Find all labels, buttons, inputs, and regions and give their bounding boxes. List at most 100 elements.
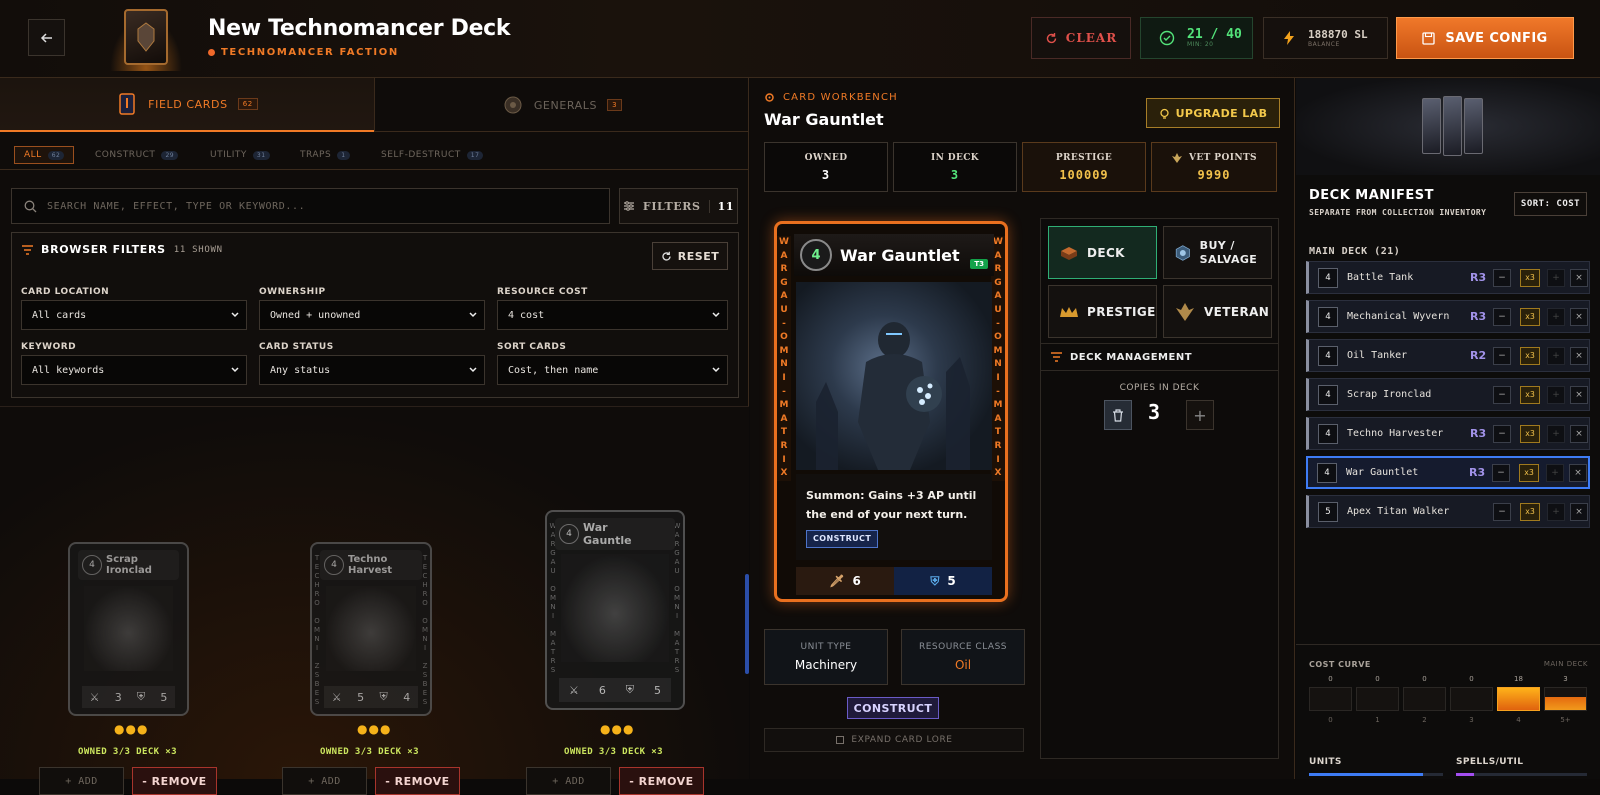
resource-cost-select[interactable]: 4 cost — [497, 300, 728, 330]
remove-row-button[interactable]: × — [1570, 307, 1588, 326]
card-location-select[interactable]: All cards — [21, 300, 247, 330]
reset-filters-button[interactable]: RESET — [652, 242, 728, 270]
remove-button[interactable]: - REMOVE — [132, 767, 217, 795]
veteran-button[interactable]: VETERAN — [1163, 285, 1272, 338]
curve-bar: 00 — [1309, 675, 1352, 724]
subtab-self-destruct[interactable]: SELF-DESTRUCT 17 — [381, 146, 484, 164]
deck-row-selected[interactable]: 4 War Gauntlet R3 − x3 + × — [1306, 456, 1590, 489]
card-tile[interactable]: T E C H R O O M N I Z S B E S T E C H R … — [310, 542, 432, 716]
upgrade-lab-button[interactable]: UPGRADE LAB — [1146, 98, 1280, 128]
card-art — [326, 586, 416, 671]
add-button[interactable]: + ADD — [39, 767, 124, 795]
increment-button[interactable]: + — [1547, 424, 1565, 443]
card-tile[interactable]: 4 Scrap Ironclad ⚔ 3 ⛨ 5 — [68, 542, 189, 716]
sort-cards-select[interactable]: Cost, then name — [497, 355, 728, 385]
card-actions: DECK BUY / SALVAGE PRESTIGE VETERAN DECK… — [1040, 218, 1279, 759]
deck-row[interactable]: 4 Scrap Ironclad − x3 + × — [1306, 378, 1590, 411]
save-config-button[interactable]: SAVE CONFIG — [1396, 17, 1574, 59]
chevron-down-icon — [231, 312, 239, 318]
scrollbar[interactable] — [745, 574, 749, 674]
subtab-all[interactable]: ALL 62 — [14, 146, 75, 164]
card-status-select[interactable]: Any status — [259, 355, 485, 385]
buy-salvage-button[interactable]: BUY / SALVAGE — [1163, 226, 1272, 279]
workbench-label: CARD WORKBENCH — [764, 92, 898, 103]
sort-cost-button[interactable]: SORT: COST — [1514, 192, 1587, 216]
increment-button[interactable]: + — [1547, 307, 1565, 326]
tab-field-cards[interactable]: FIELD CARDS 62 — [0, 78, 374, 132]
card-side-text: T E C H R O O M N I Z S B E S — [421, 554, 429, 706]
remove-copy-button[interactable] — [1104, 400, 1132, 430]
check-circle-icon — [1159, 30, 1175, 46]
card-tile[interactable]: W A R G A U O M N I M A T R S W A R G A … — [545, 510, 685, 710]
increment-button[interactable]: + — [1547, 502, 1565, 521]
subtab-construct[interactable]: CONSTRUCT 29 — [95, 146, 179, 164]
add-copy-button[interactable]: + — [1186, 400, 1214, 430]
decrement-button[interactable]: − — [1493, 268, 1511, 287]
card-name: War Gauntlet — [840, 245, 960, 265]
deck-management-heading: DECK MANAGEMENT — [1041, 343, 1278, 371]
remove-row-button[interactable]: × — [1570, 424, 1588, 443]
copies-label: COPIES IN DECK — [1119, 383, 1200, 393]
deck-action-button[interactable]: DECK — [1048, 226, 1157, 279]
card-icon — [119, 93, 135, 115]
subtab-traps[interactable]: TRAPS 1 — [300, 146, 350, 164]
sliders-icon — [623, 201, 634, 211]
remove-row-button[interactable]: × — [1570, 385, 1588, 404]
add-button[interactable]: + ADD — [282, 767, 367, 795]
eagle-icon — [1176, 302, 1194, 321]
rarity-dots: ●●● — [357, 722, 392, 736]
decrement-button[interactable]: − — [1493, 346, 1511, 365]
gear-icon — [765, 93, 774, 102]
remove-button[interactable]: - REMOVE — [375, 767, 460, 795]
prestige-button[interactable]: PRESTIGE — [1048, 285, 1157, 338]
deck-row[interactable]: 4 Battle Tank R3 − x3 + × — [1306, 261, 1590, 294]
increment-button[interactable]: + — [1546, 463, 1564, 482]
ownership-select[interactable]: Owned + unowned — [259, 300, 485, 330]
remove-row-button[interactable]: × — [1570, 502, 1588, 521]
resource-class: RESOURCE CLASS Oil — [901, 629, 1025, 685]
book-icon — [836, 736, 845, 744]
search-input[interactable]: SEARCH NAME, EFFECT, TYPE OR KEYWORD... — [11, 188, 610, 224]
decrement-button[interactable]: − — [1493, 307, 1511, 326]
card-effect-text: Summon: Gains +3 AP until the end of you… — [796, 474, 992, 560]
remove-row-button[interactable]: × — [1570, 346, 1588, 365]
back-button[interactable] — [28, 19, 65, 56]
deck-row[interactable]: 4 Techno Harvester R3 − x3 + × — [1306, 417, 1590, 450]
cost-curve: COST CURVE MAIN DECK 00 01 02 03 18 4 3 5+… — [1296, 644, 1600, 779]
deck-row[interactable]: 4 Mechanical Wyvern R3 − x3 + × — [1306, 300, 1590, 333]
remove-row-button[interactable]: × — [1569, 463, 1587, 482]
attack-icon: 🗡 — [829, 574, 845, 588]
increment-button[interactable]: + — [1547, 346, 1565, 365]
clear-button[interactable]: CLEAR — [1031, 17, 1131, 59]
shield-icon: ⛨ — [136, 690, 146, 703]
deck-title[interactable]: New Technomancer Deck — [208, 16, 511, 41]
owned-status: OWNED 3/3 DECK ×3 — [78, 747, 177, 757]
expand-lore-button[interactable]: EXPAND CARD LORE — [764, 728, 1024, 752]
card-art — [796, 282, 992, 470]
card-attack: 🗡 6 — [796, 567, 894, 595]
deck-row[interactable]: 5 Apex Titan Walker − x3 + × — [1306, 495, 1590, 528]
increment-button[interactable]: + — [1547, 385, 1565, 404]
chevron-down-icon — [231, 367, 239, 373]
increment-button[interactable]: + — [1547, 268, 1565, 287]
stat-prestige: PRESTIGE 100009 — [1022, 142, 1146, 192]
top-bar: New Technomancer Deck TECHNOMANCER FACTI… — [0, 0, 1600, 78]
cost-curve-title: COST CURVE — [1309, 660, 1371, 669]
decrement-button[interactable]: − — [1492, 463, 1510, 482]
remove-row-button[interactable]: × — [1570, 268, 1588, 287]
units-label: UNITS — [1309, 757, 1342, 767]
decrement-button[interactable]: − — [1493, 424, 1511, 443]
decrement-button[interactable]: − — [1493, 385, 1511, 404]
tab-generals[interactable]: GENERALS 3 — [374, 78, 749, 132]
decrement-button[interactable]: − — [1493, 502, 1511, 521]
filter-lines-icon — [1051, 352, 1062, 362]
filters-button[interactable]: FILTERS 11 — [619, 188, 738, 224]
deck-row[interactable]: 4 Oil Tanker R2 − x3 + × — [1306, 339, 1590, 372]
add-button[interactable]: + ADD — [526, 767, 611, 795]
filter-label-status: CARD STATUS — [259, 342, 334, 352]
spells-label: SPELLS/UTIL — [1456, 757, 1524, 767]
remove-button[interactable]: - REMOVE — [619, 767, 704, 795]
subtab-utility[interactable]: UTILITY 31 — [210, 146, 270, 164]
keyword-select[interactable]: All keywords — [21, 355, 247, 385]
unit-type: UNIT TYPE Machinery — [764, 629, 888, 685]
